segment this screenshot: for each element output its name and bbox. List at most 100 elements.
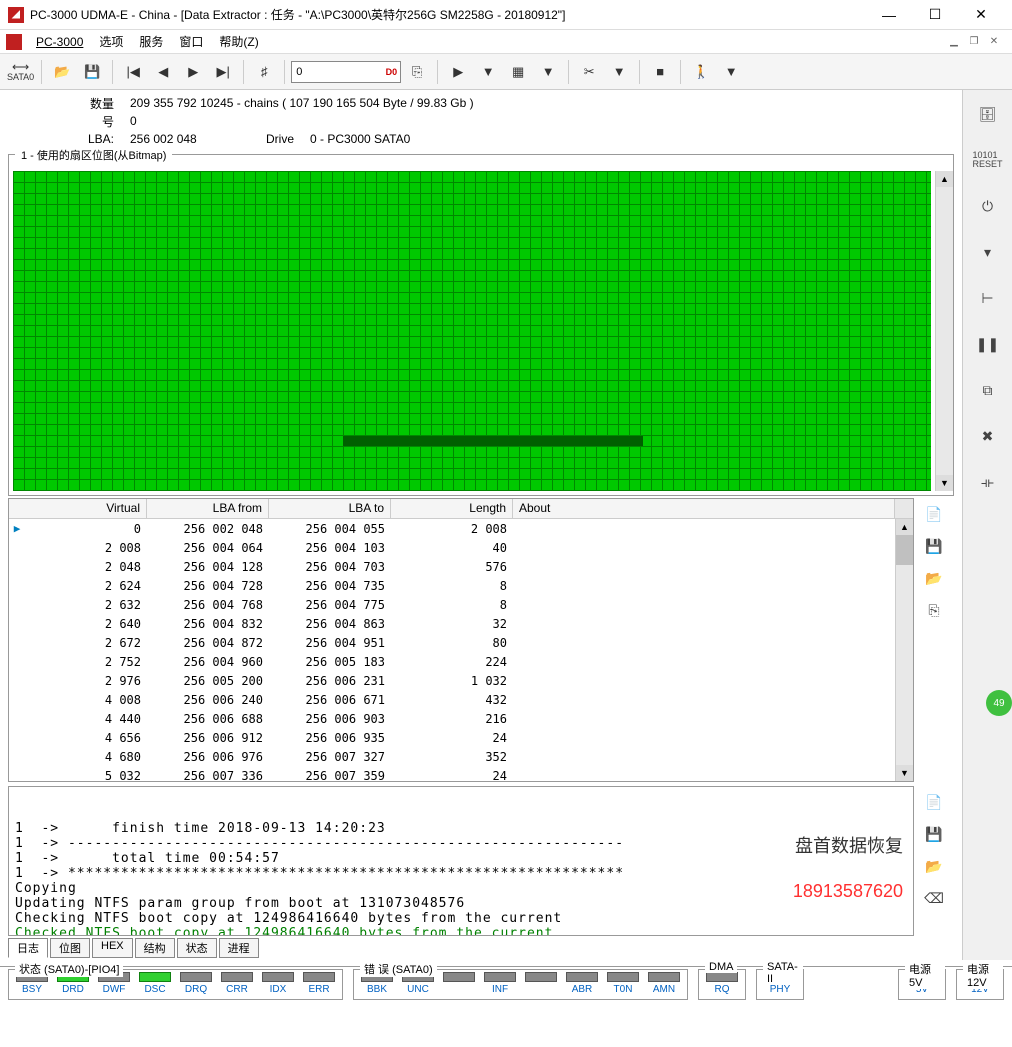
scroll-down-icon[interactable]: ▼ xyxy=(936,475,953,491)
mdi-close-icon[interactable]: ✕ xyxy=(986,34,1002,50)
nav-last-button[interactable]: ▶| xyxy=(209,58,237,86)
menu-bar: PC-3000 选项 服务 窗口 帮助(Z) ▁ ❐ ✕ xyxy=(0,30,1012,54)
info-panel: 数量 209 355 792 10245 - chains ( 107 190 … xyxy=(0,90,962,152)
table-row[interactable]: 2 672 256 004 872 256 004 951 80 xyxy=(9,633,895,652)
exit-dropdown-button[interactable]: ▼ xyxy=(717,58,745,86)
menu-help[interactable]: 帮助(Z) xyxy=(211,31,266,52)
table-row[interactable]: 5 032 256 007 336 256 007 359 24 xyxy=(9,766,895,781)
copy-button[interactable]: ⎘ xyxy=(403,58,431,86)
pause-icon[interactable]: ❚❚ xyxy=(972,328,1004,360)
mdi-restore-icon[interactable]: ❐ xyxy=(966,34,982,50)
table-row[interactable]: 4 680 256 006 976 256 007 327 352 xyxy=(9,747,895,766)
nav-next-button[interactable]: ▶ xyxy=(179,58,207,86)
maximize-button[interactable]: ☐ xyxy=(912,0,958,30)
table-scrollbar[interactable]: ▲ ▼ xyxy=(895,519,913,781)
open-button[interactable]: 📂 xyxy=(48,58,76,86)
nav-first-button[interactable]: |◀ xyxy=(119,58,147,86)
table-copy-button[interactable]: ⎘ xyxy=(922,598,946,622)
grid-button[interactable]: ♯ xyxy=(250,58,278,86)
log-export-button[interactable]: 📄 xyxy=(922,790,946,814)
menu-window[interactable]: 窗口 xyxy=(171,31,211,52)
calendar-button[interactable]: ▦ xyxy=(504,58,532,86)
table-row[interactable]: 2 008 256 004 064 256 004 103 40 xyxy=(9,538,895,557)
status-led xyxy=(303,972,335,982)
table-row[interactable]: 2 752 256 004 960 256 005 183 224 xyxy=(9,652,895,671)
log-tab[interactable]: HEX xyxy=(92,938,133,958)
table-row[interactable]: 2 640 256 004 832 256 004 863 32 xyxy=(9,614,895,633)
status-group: 错 误 (SATA0)BBKUNCINFABRT0NAMN xyxy=(353,969,688,1000)
exit-button[interactable]: 🚶 xyxy=(687,58,715,86)
sata-button[interactable]: ⟷SATA0 xyxy=(6,58,35,86)
nav-prev-button[interactable]: ◀ xyxy=(149,58,177,86)
power-button[interactable]: ⏻ xyxy=(972,190,1004,222)
scroll-up-icon[interactable]: ▲ xyxy=(936,171,953,187)
brand-label[interactable]: PC-3000 xyxy=(28,33,91,51)
log-tab[interactable]: 进程 xyxy=(219,938,259,958)
clear-icon[interactable]: ✖ xyxy=(972,420,1004,452)
th-lba-from[interactable]: LBA from xyxy=(147,499,269,518)
table-row[interactable]: 2 976 256 005 200 256 006 231 1 032 xyxy=(9,671,895,690)
table-open-button[interactable]: 📂 xyxy=(922,566,946,590)
table-row[interactable]: 2 632 256 004 768 256 004 775 8 xyxy=(9,595,895,614)
table-row[interactable]: 4 008 256 006 240 256 006 671 432 xyxy=(9,690,895,709)
tools-button[interactable]: ✂ xyxy=(575,58,603,86)
table-export-button[interactable]: 📄 xyxy=(922,502,946,526)
minimize-button[interactable]: — xyxy=(866,0,912,30)
log-tab[interactable]: 日志 xyxy=(8,938,48,958)
app-icon-small xyxy=(6,34,22,50)
menu-service[interactable]: 服务 xyxy=(131,31,171,52)
play-button[interactable]: ▶ xyxy=(444,58,472,86)
log-open-button[interactable]: 📂 xyxy=(922,854,946,878)
scroll-up-icon[interactable]: ▲ xyxy=(896,519,913,535)
connector-icon[interactable]: ⊢ xyxy=(972,282,1004,314)
status-led xyxy=(706,972,738,982)
side-toolbar: 🗄 10101RESET ⏻ ▾ ⊢ ❚❚ ⧉ ✖ ⟛ xyxy=(962,90,1012,960)
info-lba-label: LBA: xyxy=(10,132,130,146)
log-save-button[interactable]: 💾 xyxy=(922,822,946,846)
chain-icon[interactable]: ⧉ xyxy=(972,374,1004,406)
log-area[interactable]: 1 -> finish time 2018-09-13 14:20:231 ->… xyxy=(8,786,914,936)
log-clear-button[interactable]: ⌫ xyxy=(922,886,946,910)
scroll-down-icon[interactable]: ▼ xyxy=(896,765,913,781)
save-button[interactable]: 💾 xyxy=(78,58,106,86)
info-drive-value: 0 - PC3000 SATA0 xyxy=(310,132,440,146)
table-row[interactable]: 2 624 256 004 728 256 004 735 8 xyxy=(9,576,895,595)
scroll-thumb[interactable] xyxy=(896,535,913,565)
status-led-cell: ABR xyxy=(563,972,601,995)
drive-icon[interactable]: 🗄 xyxy=(972,98,1004,130)
menu-options[interactable]: 选项 xyxy=(91,31,131,52)
bitmap-grid[interactable] xyxy=(13,171,931,491)
table-save-button[interactable]: 💾 xyxy=(922,534,946,558)
th-length[interactable]: Length xyxy=(391,499,513,518)
tools-dropdown-button[interactable]: ▼ xyxy=(605,58,633,86)
bitmap-scrollbar[interactable]: ▲ ▼ xyxy=(935,171,953,491)
calendar-dropdown-button[interactable]: ▼ xyxy=(534,58,562,86)
table-row[interactable]: ▶ 0 256 002 048 256 004 055 2 008 xyxy=(9,519,895,538)
log-tab[interactable]: 结构 xyxy=(135,938,175,958)
table-row[interactable]: 4 656 256 006 912 256 006 935 24 xyxy=(9,728,895,747)
log-line: Updating NTFS param group from boot at 1… xyxy=(15,896,907,911)
status-led-cell xyxy=(522,972,560,995)
status-led xyxy=(484,972,516,982)
reset-button[interactable]: 10101RESET xyxy=(972,144,1004,176)
slider-icon[interactable]: ⟛ xyxy=(972,466,1004,498)
table-body[interactable]: ▶ 0 256 002 048 256 004 055 2 008 2 008 … xyxy=(9,519,895,781)
table-row[interactable]: 4 440 256 006 688 256 006 903 216 xyxy=(9,709,895,728)
th-about[interactable]: About xyxy=(513,499,895,518)
mdi-minimize-icon[interactable]: ▁ xyxy=(946,34,962,50)
log-tab[interactable]: 位图 xyxy=(50,938,90,958)
status-led xyxy=(525,972,557,982)
chevron-down-icon[interactable]: ▾ xyxy=(972,236,1004,268)
watermark: 盘首数据恢复 18913587620 xyxy=(793,809,903,929)
log-tab[interactable]: 状态 xyxy=(177,938,217,958)
close-button[interactable]: ✕ xyxy=(958,0,1004,30)
th-virtual[interactable]: Virtual xyxy=(25,499,147,518)
status-led-cell: CRR xyxy=(218,972,256,995)
status-led-label: ERR xyxy=(308,984,329,995)
stop-button[interactable]: ■ xyxy=(646,58,674,86)
th-lba-to[interactable]: LBA to xyxy=(269,499,391,518)
status-led xyxy=(443,972,475,982)
info-qty-label: 数量 xyxy=(10,95,130,112)
table-row[interactable]: 2 048 256 004 128 256 004 703 576 xyxy=(9,557,895,576)
play-dropdown-button[interactable]: ▼ xyxy=(474,58,502,86)
